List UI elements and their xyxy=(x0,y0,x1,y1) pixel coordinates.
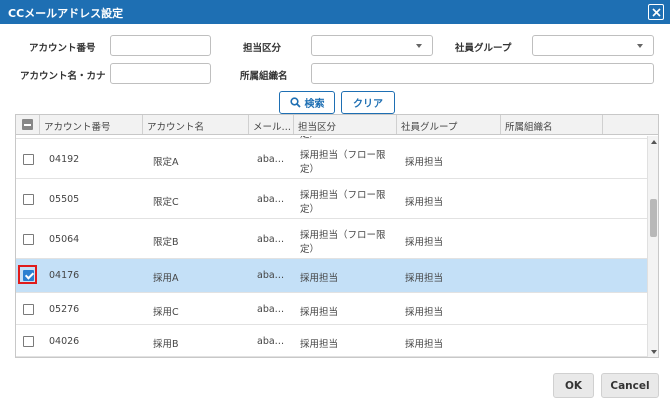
row-checkbox[interactable] xyxy=(23,194,34,205)
row-checkbox[interactable] xyxy=(23,234,34,245)
cancel-button-label: Cancel xyxy=(610,379,650,392)
clear-button-label: クリア xyxy=(353,99,383,110)
mail-cell: aba… xyxy=(257,304,285,315)
row-checkbox[interactable] xyxy=(23,336,34,347)
table-row[interactable]: 04026 採用B aba… 採用担当 採用担当 xyxy=(16,325,647,357)
tanto-kubun-cell: 採用担当 xyxy=(300,339,339,350)
ok-button-label: OK xyxy=(564,379,583,392)
scroll-up-icon[interactable] xyxy=(651,140,657,144)
tanto-kubun-cell: 採用担当 xyxy=(300,307,339,318)
account-no-cell: 05505 xyxy=(49,194,80,205)
mail-cell: aba… xyxy=(257,336,285,347)
scroll-down-icon[interactable] xyxy=(651,350,657,354)
account-name-cell: 限定B xyxy=(153,237,179,248)
tanto-kubun-select[interactable] xyxy=(311,35,433,56)
clear-button[interactable]: クリア xyxy=(341,91,395,114)
account-no-cell: 05276 xyxy=(49,304,80,315)
account-name-label: アカウント名・カナ xyxy=(20,71,106,82)
table-row[interactable]: 04192 限定A aba… 採用担当（フロー限 定） 採用担当 xyxy=(16,139,647,179)
col-department[interactable]: 所属組織名 xyxy=(501,115,603,134)
account-name-cell: 採用B xyxy=(153,339,179,350)
employee-group-cell: 採用担当 xyxy=(405,197,444,208)
dialog-title: CCメールアドレス設定 xyxy=(8,7,124,20)
account-name-cell: 採用A xyxy=(153,273,179,284)
vertical-scrollbar[interactable] xyxy=(647,136,658,357)
account-no-cell: 04026 xyxy=(49,336,80,347)
tanto-kubun-cell: 採用担当（フロー限 xyxy=(300,230,386,241)
account-no-input[interactable] xyxy=(110,35,211,56)
search-icon xyxy=(289,97,301,108)
chevron-down-icon xyxy=(416,44,422,48)
tanto-kubun-label: 担当区分 xyxy=(243,43,282,54)
account-name-input[interactable] xyxy=(110,63,211,84)
tanto-kubun-cell-line2: 定） xyxy=(300,164,320,175)
col-tanto-kubun[interactable]: 担当区分 xyxy=(294,115,397,134)
account-name-cell: 限定A xyxy=(153,157,179,168)
employee-group-cell: 採用担当 xyxy=(405,157,444,168)
ok-button[interactable]: OK xyxy=(553,373,594,398)
tanto-kubun-cell: 採用担当 xyxy=(300,273,339,284)
col-employee-group[interactable]: 社員グループ xyxy=(397,115,501,134)
table-row[interactable]: 05505 限定C aba… 採用担当（フロー限 定） 採用担当 xyxy=(16,179,647,219)
grid-body: 定） 04192 限定A aba… 採用担当（フロー限 定） 採用担当 0550… xyxy=(16,136,647,357)
col-mail[interactable]: メール… xyxy=(249,115,294,134)
row-checkbox[interactable] xyxy=(23,154,34,165)
employee-group-cell: 採用担当 xyxy=(405,339,444,350)
close-icon xyxy=(651,7,661,17)
col-account-no[interactable]: アカウント番号 xyxy=(40,115,143,134)
select-all-checkbox[interactable] xyxy=(22,119,33,130)
table-row[interactable]: 05064 限定B aba… 採用担当（フロー限 定） 採用担当 xyxy=(16,219,647,259)
account-no-label: アカウント番号 xyxy=(29,43,96,54)
department-input[interactable] xyxy=(311,63,654,84)
mail-cell: aba… xyxy=(257,154,285,165)
employee-group-select[interactable] xyxy=(532,35,654,56)
employee-group-label: 社員グループ xyxy=(455,43,512,54)
dialog-titlebar: CCメールアドレス設定 xyxy=(0,0,670,24)
row-checkbox-checked[interactable] xyxy=(23,270,34,281)
account-no-cell: 05064 xyxy=(49,234,80,245)
search-button[interactable]: 検索 xyxy=(279,91,335,114)
employee-group-cell: 採用担当 xyxy=(405,237,444,248)
tanto-kubun-cell-line2: 定） xyxy=(300,204,320,215)
col-account-name[interactable]: アカウント名 xyxy=(143,115,249,134)
row-checkbox[interactable] xyxy=(23,304,34,315)
account-grid: アカウント番号 アカウント名 メール… 担当区分 社員グループ 所属組織名 定）… xyxy=(15,114,659,358)
cancel-button[interactable]: Cancel xyxy=(601,373,659,398)
mail-cell: aba… xyxy=(257,234,285,245)
mail-cell: aba… xyxy=(257,270,285,281)
table-row-selected[interactable]: 04176 採用A aba… 採用担当 採用担当 xyxy=(16,259,647,293)
scroll-thumb[interactable] xyxy=(650,199,657,237)
employee-group-cell: 採用担当 xyxy=(405,307,444,318)
table-row[interactable]: 05276 採用C aba… 採用担当 採用担当 xyxy=(16,293,647,325)
department-label: 所属組織名 xyxy=(240,71,288,82)
close-button[interactable] xyxy=(648,4,664,20)
search-button-label: 検索 xyxy=(304,99,325,110)
mail-cell: aba… xyxy=(257,194,285,205)
tanto-kubun-cell-line2: 定） xyxy=(300,244,320,255)
chevron-down-icon xyxy=(637,44,643,48)
account-name-cell: 採用C xyxy=(153,307,179,318)
tanto-kubun-cell: 採用担当（フロー限 xyxy=(300,190,386,201)
grid-header: アカウント番号 アカウント名 メール… 担当区分 社員グループ 所属組織名 xyxy=(16,115,658,135)
account-no-cell: 04192 xyxy=(49,154,80,165)
account-name-cell: 限定C xyxy=(153,197,179,208)
employee-group-cell: 採用担当 xyxy=(405,273,444,284)
account-no-cell: 04176 xyxy=(49,270,80,281)
tanto-kubun-cell: 採用担当（フロー限 xyxy=(300,150,386,161)
select-all-cell[interactable] xyxy=(16,115,40,134)
